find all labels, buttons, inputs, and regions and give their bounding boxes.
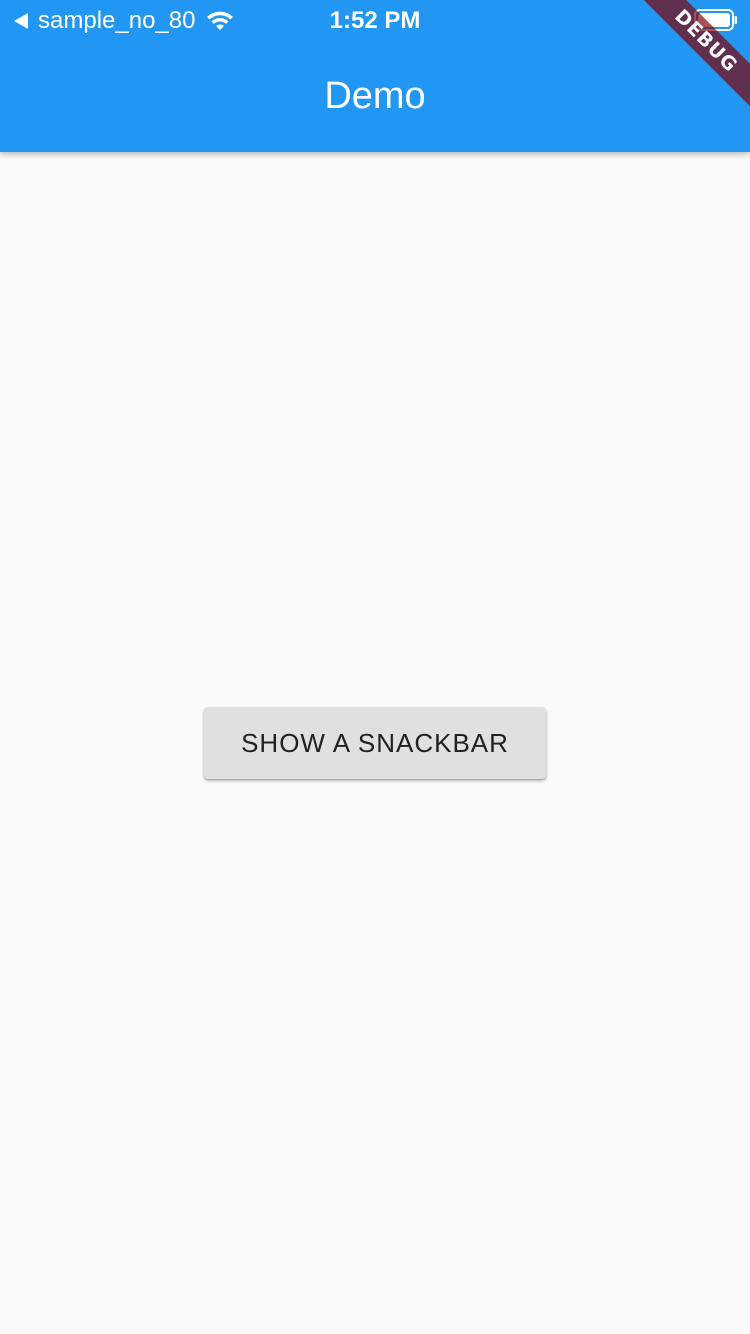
status-time: 1:52 PM (329, 7, 421, 34)
status-bar: sample_no_80 1:52 PM (0, 0, 750, 40)
app-screen: sample_no_80 1:52 PM Demo DEBUG SHOW A S… (0, 0, 750, 1334)
battery-icon (694, 9, 737, 31)
show-snackbar-button[interactable]: SHOW A SNACKBAR (204, 707, 546, 779)
page-title: Demo (324, 75, 426, 117)
app-bar: sample_no_80 1:52 PM Demo (0, 0, 750, 152)
